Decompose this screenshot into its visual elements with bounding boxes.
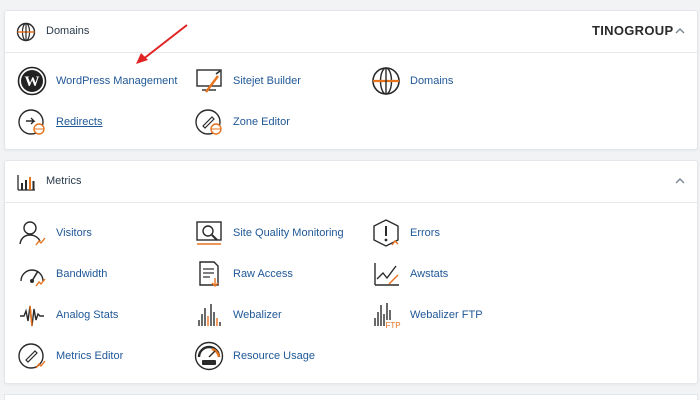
bandwidth-icon xyxy=(15,257,49,291)
metrics-panel-title: Metrics xyxy=(46,175,82,187)
analog-stats-label: Analog Stats xyxy=(56,309,119,321)
sitejet-builder-link[interactable]: Sitejet Builder xyxy=(192,63,301,99)
webalizer-label: Webalizer xyxy=(233,309,282,321)
site-quality-monitoring-label: Site Quality Monitoring xyxy=(233,227,344,239)
metrics-panel-header[interactable]: Metrics xyxy=(5,161,697,203)
next-panel-edge xyxy=(4,394,698,400)
awstats-icon xyxy=(369,257,403,291)
wordpress-management-label: WordPress Management xyxy=(56,75,178,87)
sitejet-builder-label: Sitejet Builder xyxy=(233,75,301,87)
site-quality-monitoring-link[interactable]: Site Quality Monitoring xyxy=(192,215,344,251)
awstats-link[interactable]: Awstats xyxy=(369,256,448,292)
zone-editor-label: Zone Editor xyxy=(233,116,290,128)
resource-usage-link[interactable]: Resource Usage xyxy=(192,338,315,374)
globe-icon xyxy=(16,22,36,42)
metrics-editor-icon xyxy=(15,339,49,373)
globe-icon xyxy=(369,64,403,98)
chevron-up-icon[interactable] xyxy=(674,175,686,187)
wordpress-management-link[interactable]: W WordPress Management xyxy=(15,63,177,99)
redirects-label: Redirects xyxy=(56,116,103,128)
resource-usage-icon xyxy=(192,339,226,373)
analog-stats-icon xyxy=(15,298,49,332)
metrics-panel: Metrics Visitors Site Quality Monitoring xyxy=(4,160,698,384)
annotation-arrow-icon xyxy=(136,24,188,64)
bar-chart-icon xyxy=(17,175,35,191)
tinogroup-logo: TINOGROUP xyxy=(592,23,674,38)
resource-usage-label: Resource Usage xyxy=(233,350,315,362)
webalizer-ftp-label: Webalizer FTP xyxy=(410,309,483,321)
metrics-editor-label: Metrics Editor xyxy=(56,350,124,362)
zone-editor-link[interactable]: Zone Editor xyxy=(192,104,290,140)
domains-panel-header[interactable]: Domains TINOGROUP xyxy=(5,11,697,53)
visitors-label: Visitors xyxy=(56,227,92,239)
domains-link[interactable]: Domains xyxy=(369,63,453,99)
wordpress-icon: W xyxy=(15,64,49,98)
domains-panel: Domains TINOGROUP W WordPress Management xyxy=(4,10,698,150)
raw-access-label: Raw Access xyxy=(233,268,293,280)
webalizer-icon xyxy=(192,298,226,332)
bandwidth-link[interactable]: Bandwidth xyxy=(15,256,107,292)
zone-editor-icon xyxy=(192,105,226,139)
visitors-icon xyxy=(15,216,49,250)
analog-stats-link[interactable]: Analog Stats xyxy=(15,297,118,333)
domains-label: Domains xyxy=(410,75,454,87)
svg-text:FTP: FTP xyxy=(385,321,400,330)
webalizer-ftp-icon: FTP xyxy=(369,298,403,332)
raw-access-link[interactable]: Raw Access xyxy=(192,256,293,292)
webalizer-ftp-link[interactable]: FTP Webalizer FTP xyxy=(369,297,483,333)
awstats-label: Awstats xyxy=(410,268,449,280)
sitejet-builder-icon xyxy=(192,64,226,98)
redirects-link[interactable]: Redirects xyxy=(15,104,102,140)
domains-panel-title: Domains xyxy=(46,25,90,37)
redirects-icon xyxy=(15,105,49,139)
visitors-link[interactable]: Visitors xyxy=(15,215,92,251)
metrics-editor-link[interactable]: Metrics Editor xyxy=(15,338,123,374)
chevron-up-icon[interactable] xyxy=(674,25,686,37)
bandwidth-label: Bandwidth xyxy=(56,268,108,280)
raw-access-icon xyxy=(192,257,226,291)
errors-link[interactable]: Errors xyxy=(369,215,440,251)
webalizer-link[interactable]: Webalizer xyxy=(192,297,282,333)
svg-text:W: W xyxy=(25,74,40,90)
errors-icon xyxy=(369,216,403,250)
site-quality-icon xyxy=(192,216,226,250)
errors-label: Errors xyxy=(410,227,440,239)
